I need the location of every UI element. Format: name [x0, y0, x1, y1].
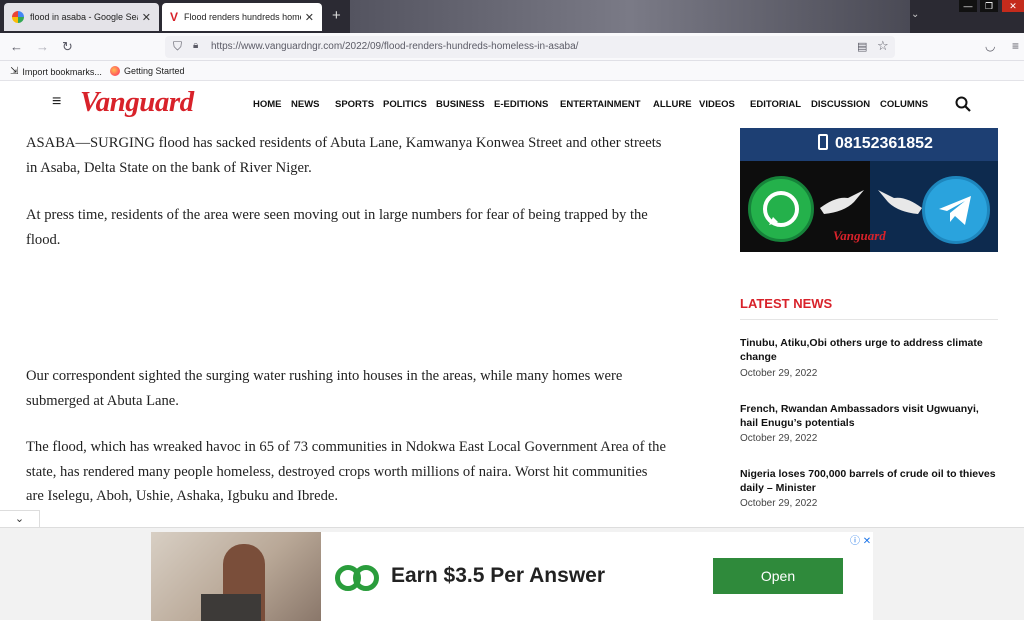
tab-list-chevron-icon[interactable]: ⌄ [911, 9, 919, 20]
bookmark-getting-started[interactable]: Getting Started [110, 66, 185, 76]
close-window-button[interactable]: ✕ [1002, 0, 1024, 12]
hand-pointing-icon [820, 190, 864, 214]
ad-card[interactable]: Earn $3.5 Per Answer Open [321, 538, 861, 614]
pocket-icon[interactable]: ◡ [985, 39, 995, 53]
news-headline-link[interactable]: Nigeria loses 700,000 barrels of crude o… [740, 467, 998, 495]
ad-laptop-image [201, 594, 261, 621]
firefox-icon [110, 66, 120, 76]
address-bar[interactable]: ⛉ 🔒︎ https://www.vanguardngr.com/2022/09… [165, 36, 895, 58]
close-tab-icon[interactable]: ✕ [305, 11, 314, 24]
advertisement[interactable]: Earn $3.5 Per Answer Open ⓘ ✕ [151, 532, 873, 621]
nav-politics[interactable]: POLITICS [383, 99, 427, 110]
maximize-button[interactable]: ❐ [980, 0, 998, 12]
search-icon[interactable] [955, 96, 971, 112]
nav-business[interactable]: BUSINESS [436, 99, 485, 110]
article-paragraph: At press time, residents of the area wer… [26, 207, 648, 248]
bookmark-star-icon[interactable]: ☆ [877, 38, 889, 54]
tab-vanguard-article[interactable]: V Flood renders hundreds homele ✕ [162, 3, 322, 31]
tab-title: Flood renders hundreds homele [184, 12, 301, 22]
bookmark-import[interactable]: ⇲ Import bookmarks... [10, 66, 102, 77]
close-tab-icon[interactable]: ✕ [142, 11, 151, 24]
reader-view-icon[interactable]: ▤ [857, 40, 867, 53]
import-icon: ⇲ [10, 66, 19, 77]
nav-videos[interactable]: VIDEOS [699, 99, 735, 110]
new-tab-button[interactable]: + [332, 7, 341, 24]
menu-icon[interactable]: ≡ [1012, 39, 1019, 53]
article-paragraph: ASABA—SURGING flood has sacked residents… [26, 135, 662, 176]
phone-icon [818, 134, 828, 150]
reload-icon[interactable]: ↻ [62, 39, 73, 55]
blurred-background [350, 0, 910, 33]
nav-e-editions[interactable]: E-EDITIONS [494, 99, 548, 110]
nav-editorial[interactable]: EDITORIAL [750, 99, 801, 110]
minimize-button[interactable]: — [959, 0, 977, 12]
chevron-down-icon: ⌄ [14, 513, 25, 525]
tab-google-search[interactable]: flood in asaba - Google Search ✕ [4, 3, 159, 31]
shield-icon[interactable]: ⛉ [173, 39, 182, 54]
nav-news[interactable]: NEWS [291, 99, 320, 110]
nav-sports[interactable]: SPORTS [335, 99, 374, 110]
ad-logo-icon [353, 565, 379, 591]
navigation-toolbar: ← → ↻ ⛉ 🔒︎ https://www.vanguardngr.com/2… [0, 33, 1024, 61]
google-favicon-icon [12, 11, 24, 23]
telegram-icon [922, 176, 990, 244]
nav-home[interactable]: HOME [253, 99, 282, 110]
nav-allure[interactable]: ALLURE [653, 99, 692, 110]
latest-news-heading: LATEST NEWS [740, 296, 833, 311]
forward-arrow-icon[interactable]: → [36, 39, 49, 54]
promo-brand: Vanguard [833, 228, 886, 243]
ad-photo [151, 532, 321, 621]
news-headline-link[interactable]: French, Rwandan Ambassadors visit Ugwuan… [740, 402, 998, 430]
site-header: ≡ Vanguard HOME NEWS SPORTS POLITICS BUS… [0, 82, 1024, 128]
tab-title: flood in asaba - Google Search [30, 12, 138, 22]
lock-icon[interactable]: 🔒︎ [193, 40, 198, 51]
news-date: October 29, 2022 [740, 433, 818, 444]
tab-strip: flood in asaba - Google Search ✕ V Flood… [0, 0, 1024, 33]
article-paragraph: The flood, which has wreaked havoc in 65… [26, 439, 666, 504]
news-headline-link[interactable]: Tinubu, Atiku,Obi others urge to address… [740, 336, 998, 364]
vanguard-favicon-icon: V [170, 10, 179, 24]
hand-pointing-icon [878, 190, 922, 214]
whatsapp-telegram-promo-banner[interactable]: 08152361852 Vanguard [740, 128, 998, 252]
news-date: October 29, 2022 [740, 498, 818, 509]
nav-discussion[interactable]: DISCUSSION [811, 99, 870, 110]
url-text[interactable]: https://www.vanguardngr.com/2022/09/floo… [211, 41, 578, 52]
collapse-ad-button[interactable]: ⌄ [0, 510, 40, 528]
bookmark-label: Import bookmarks... [22, 66, 102, 77]
bookmark-label: Getting Started [124, 66, 185, 76]
bookmarks-toolbar: ⇲ Import bookmarks... Getting Started [0, 61, 1024, 81]
article-paragraph: Our correspondent sighted the surging wa… [26, 368, 623, 409]
hamburger-menu-icon[interactable]: ≡ [52, 93, 61, 111]
divider [740, 319, 998, 320]
ad-choices-icon[interactable]: ⓘ ✕ [850, 532, 871, 547]
whatsapp-icon [748, 176, 814, 242]
back-arrow-icon[interactable]: ← [10, 39, 23, 54]
ad-headline[interactable]: Earn $3.5 Per Answer [391, 564, 605, 588]
sticky-ad-bar: Earn $3.5 Per Answer Open ⓘ ✕ [0, 527, 1024, 621]
news-date: October 29, 2022 [740, 368, 818, 379]
nav-entertainment[interactable]: ENTERTAINMENT [560, 99, 641, 110]
nav-columns[interactable]: COLUMNS [880, 99, 928, 110]
ad-open-button[interactable]: Open [713, 558, 843, 594]
promo-phone-number: 08152361852 [835, 135, 933, 152]
site-logo[interactable]: Vanguard [80, 86, 194, 119]
